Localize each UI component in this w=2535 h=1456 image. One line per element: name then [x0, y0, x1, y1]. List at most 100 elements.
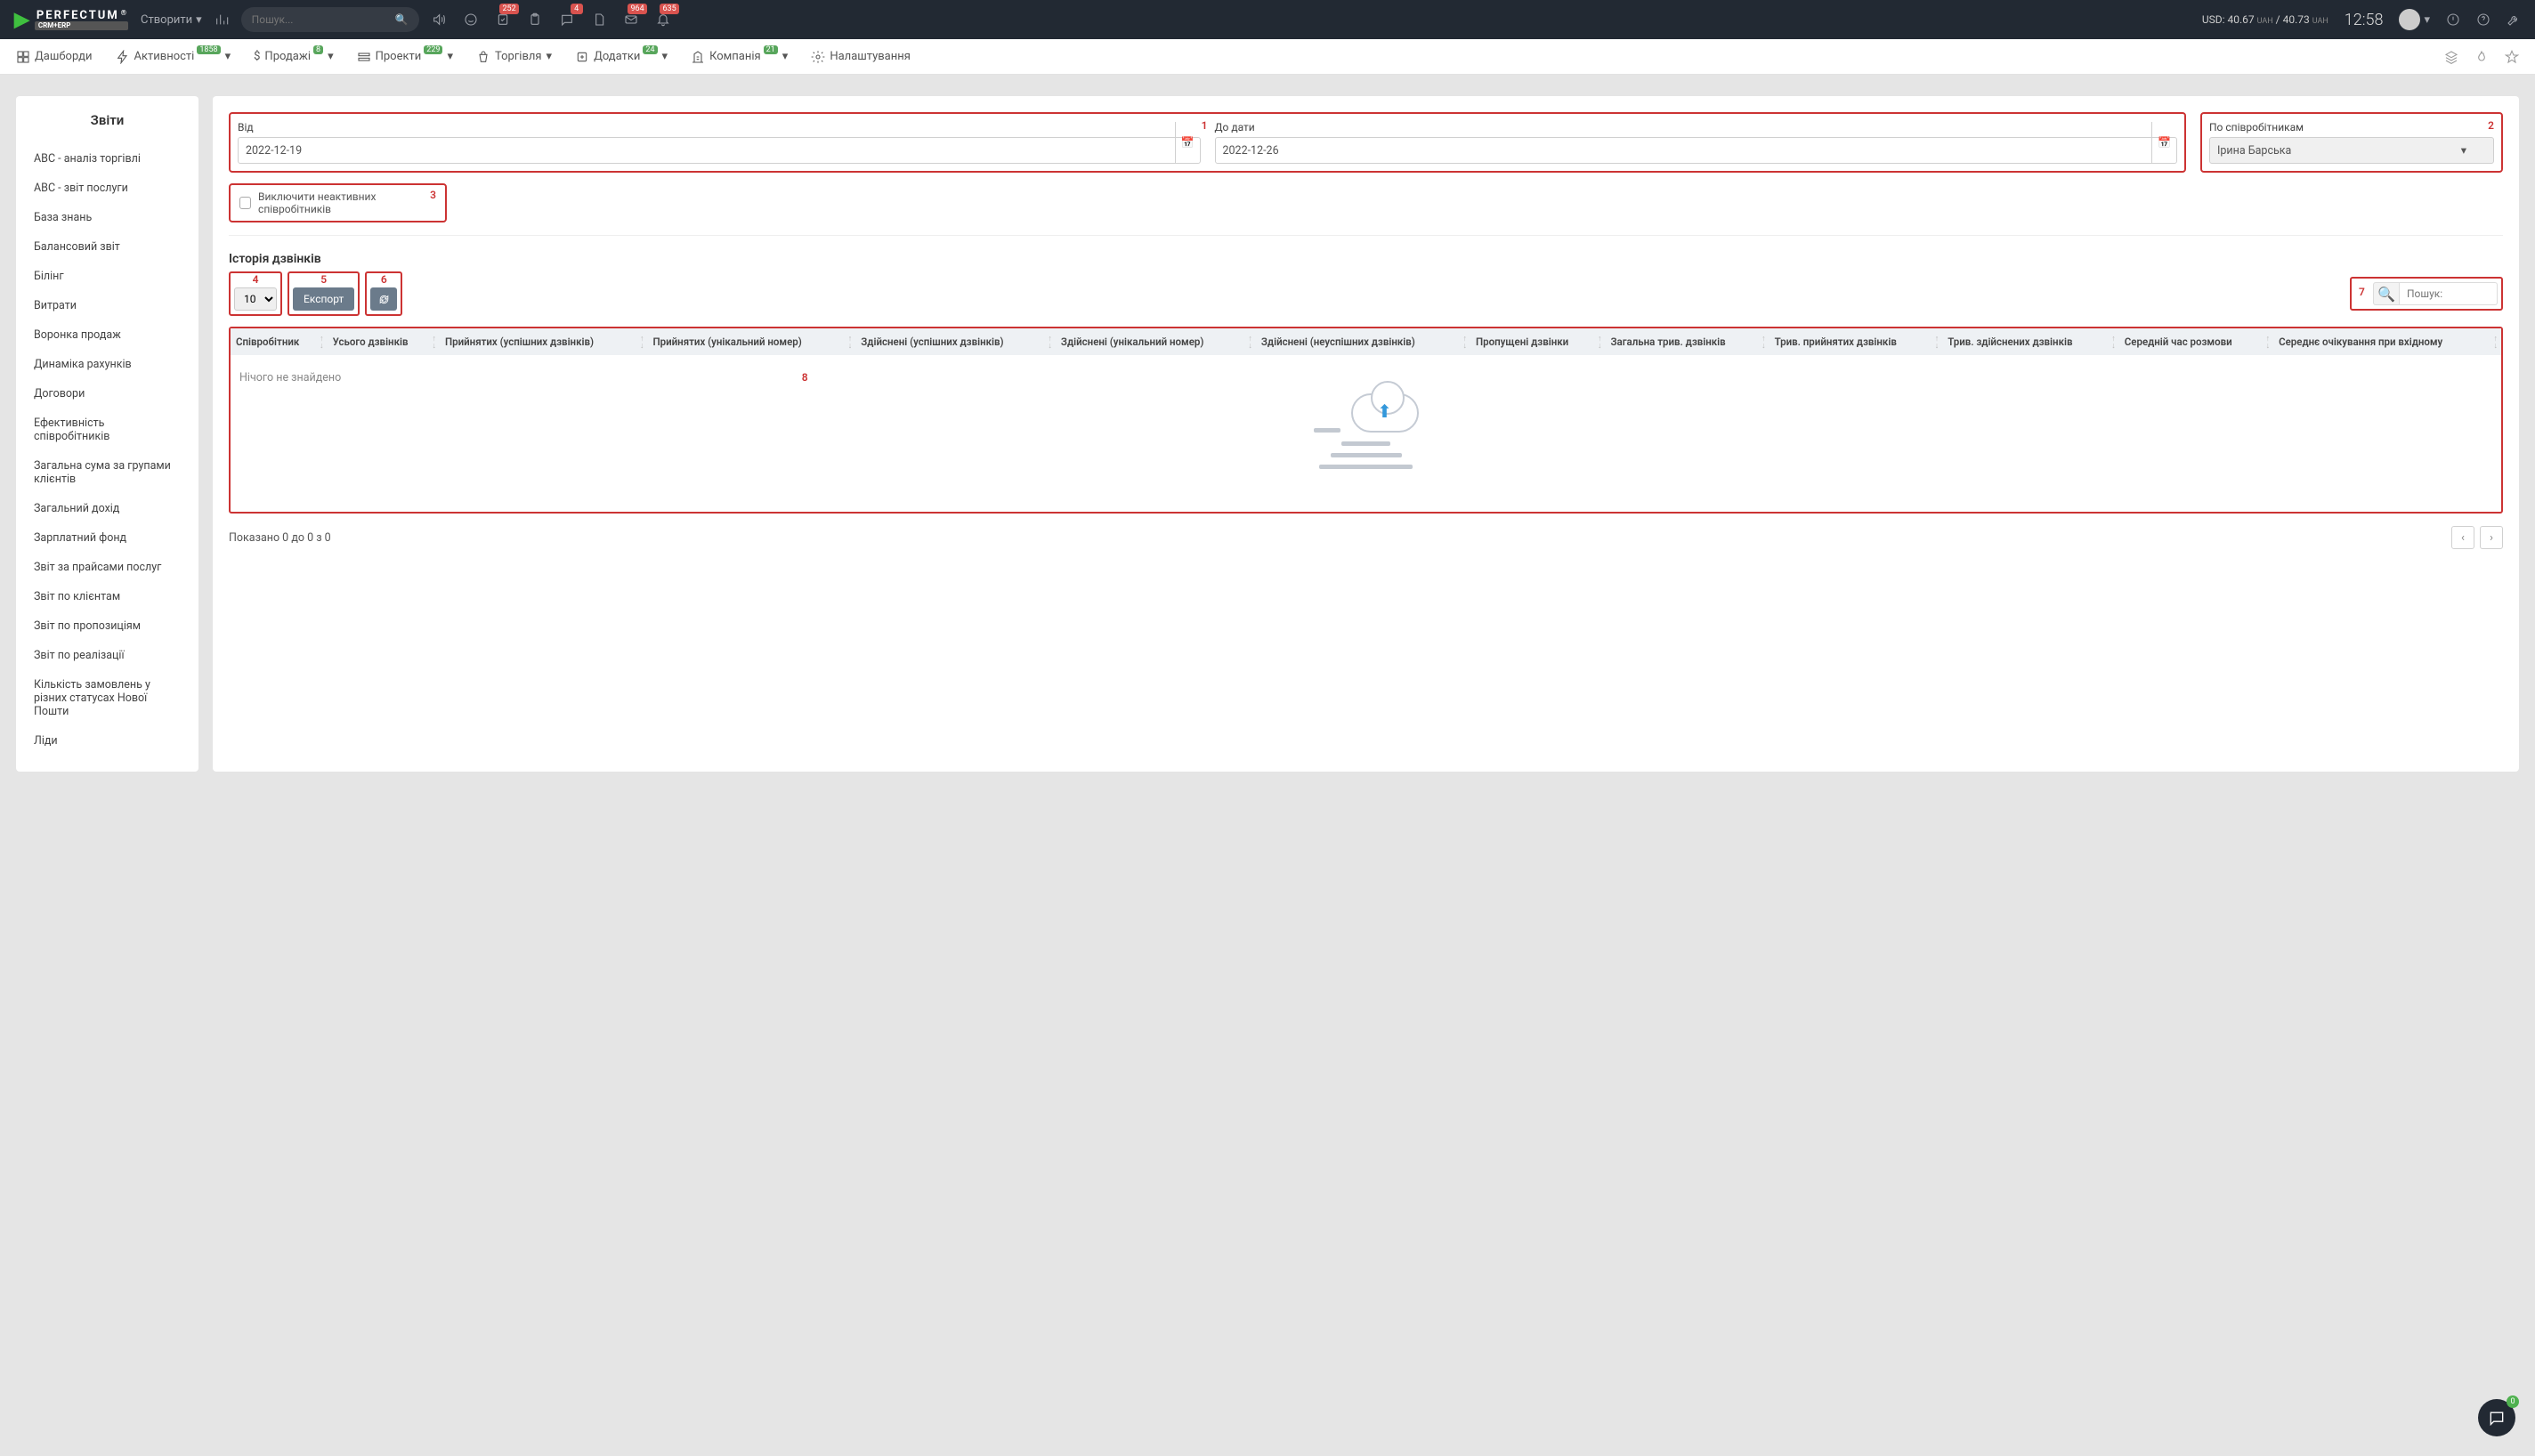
sidebar-item[interactable]: Зарплатний фонд [16, 523, 198, 553]
sidebar-item[interactable]: Звіт по пропозиціям [16, 611, 198, 641]
column-header[interactable]: Середній час розмови↑↓ [2119, 328, 2273, 355]
sidebar-item[interactable]: Витрати [16, 291, 198, 320]
sidebar-item[interactable]: Звіт по реалізації [16, 641, 198, 670]
refresh-button[interactable] [370, 287, 397, 311]
sidebar-item[interactable]: Звіт за прайсами послуг [16, 553, 198, 582]
sidebar-reports: Звіти ABC - аналіз торгівліABC - звіт по… [16, 96, 198, 772]
bell-icon[interactable]: 635 [656, 12, 670, 27]
column-header[interactable]: Прийнятих (успішних дзвінків)↑↓ [440, 328, 648, 355]
sidebar-item[interactable]: Воронка продаж [16, 320, 198, 350]
stats-icon[interactable] [215, 12, 229, 27]
export-button[interactable]: Експорт [293, 287, 354, 311]
column-header[interactable]: Здійснені (унікальний номер)↑↓ [1056, 328, 1256, 355]
menu-settings[interactable]: Налаштування [811, 50, 911, 64]
sort-icon: ↑↓ [848, 336, 853, 350]
top-right: USD: 40.67 UAH / 40.73 UAH 12:58 ▾ [2202, 9, 2521, 30]
menu-dashboards[interactable]: Дашборди [16, 50, 93, 64]
column-header[interactable]: Середнє очікування при вхідному↑↓ [2273, 328, 2501, 355]
sidebar-item[interactable]: Білінг [16, 262, 198, 291]
column-header[interactable]: Трив. прийнятих дзвінків↑↓ [1770, 328, 1943, 355]
annotation-8: 8 [802, 371, 1931, 384]
menu-projects[interactable]: Проекти229▾ [357, 50, 453, 64]
sidebar-item[interactable]: Ефективність співробітників [16, 408, 198, 451]
page-size-select[interactable]: 10 [234, 287, 277, 311]
clipboard-icon[interactable] [528, 12, 542, 27]
sort-icon: ↑↓ [2111, 336, 2116, 350]
menu-sales[interactable]: $Продажі8▾ [254, 50, 333, 63]
refresh-block: 6 [365, 271, 402, 316]
sound-icon[interactable] [432, 12, 446, 27]
sort-icon: ↑↓ [432, 336, 436, 350]
sidebar-item[interactable]: Договори [16, 379, 198, 408]
message-icon[interactable]: 4 [560, 12, 574, 27]
column-header[interactable]: Здійснені (неуспішних дзвінків)↑↓ [1256, 328, 1470, 355]
page-next-button[interactable]: › [2480, 526, 2503, 549]
avatar [2399, 9, 2420, 30]
column-header[interactable]: Трив. здійснених дзвінків↑↓ [1942, 328, 2119, 355]
power-icon[interactable] [2446, 12, 2460, 27]
bell-badge: 635 [660, 4, 678, 14]
star-icon[interactable] [2505, 50, 2519, 64]
layers-icon[interactable] [2444, 50, 2458, 64]
menu-addons[interactable]: Додатки24▾ [575, 50, 668, 64]
menu-company[interactable]: Компанія21▾ [691, 50, 788, 64]
mail-icon[interactable]: 964 [624, 12, 638, 27]
sidebar-item[interactable]: Балансовий звіт [16, 232, 198, 262]
sidebar-item[interactable]: Кількість замовлень у різних статусах Но… [16, 670, 198, 726]
calendar-icon[interactable]: 📅 [2151, 122, 2176, 163]
menu-sales-badge: 8 [313, 45, 323, 54]
table-search-input[interactable] [2400, 282, 2498, 305]
global-search-input[interactable] [252, 13, 395, 26]
flame-icon[interactable] [2474, 50, 2489, 64]
sidebar-item[interactable]: Ліди [16, 726, 198, 756]
calendar-icon[interactable]: 📅 [1175, 122, 1200, 163]
logo-sub: CRM+ERP [35, 21, 128, 30]
tasks-icon[interactable]: 252 [496, 12, 510, 27]
sidebar-item[interactable]: ABC - аналіз торгівлі [16, 144, 198, 174]
date-range-block: 1 Від 📅 До дати 📅 [229, 112, 2186, 173]
employee-select[interactable]: Ірина Барська ▾ [2209, 137, 2494, 164]
sidebar-item[interactable]: ABC - звіт послуги [16, 174, 198, 203]
column-header[interactable]: Усього дзвінків↑↓ [328, 328, 440, 355]
sidebar-item[interactable]: База знань [16, 203, 198, 232]
currency-val2: / 40.73 [2276, 13, 2310, 26]
empty-illustration: ⬆ [239, 384, 2492, 496]
logo[interactable]: ▶ PERFECTUM ® CRM+ERP [14, 9, 128, 31]
menu-activities[interactable]: Активності1858▾ [116, 50, 231, 64]
wrench-icon[interactable] [2507, 12, 2521, 27]
menu-trade-label: Торгівля [495, 50, 542, 63]
file-icon[interactable] [592, 12, 606, 27]
create-label: Створити [141, 13, 192, 27]
sidebar-item[interactable]: Загальний дохід [16, 494, 198, 523]
menu-act-badge: 1858 [197, 45, 220, 54]
column-header[interactable]: Загальна трив. дзвінків↑↓ [1605, 328, 1769, 355]
column-header[interactable]: Співробітник↑↓ [231, 328, 328, 355]
global-search[interactable]: 🔍 [241, 7, 419, 32]
sort-icon: ↑↓ [320, 336, 324, 350]
sidebar-item[interactable]: Динаміка рахунків [16, 350, 198, 379]
column-header[interactable]: Пропущені дзвінки↑↓ [1470, 328, 1605, 355]
date-from-input[interactable] [238, 137, 1201, 164]
table-search-button[interactable]: 🔍 [2373, 282, 2400, 305]
page-prev-button[interactable]: ‹ [2451, 526, 2474, 549]
chat-fab[interactable]: 0 [2478, 1399, 2515, 1436]
logo-text: PERFECTUM [36, 10, 119, 21]
exclude-inactive-block[interactable]: Виключити неактивних співробітників 3 [229, 183, 447, 222]
sidebar-item[interactable]: Загальна сума за групами клієнтів [16, 451, 198, 494]
column-header[interactable]: Прийнятих (унікальний номер)↑↓ [647, 328, 855, 355]
help-icon[interactable] [2476, 12, 2490, 27]
menu-trade[interactable]: Торгівля▾ [476, 50, 552, 64]
column-header[interactable]: Здійснені (успішних дзвінків)↑↓ [855, 328, 1056, 355]
chevron-down-icon: ▾ [196, 13, 202, 27]
date-to-input[interactable] [1215, 137, 2178, 164]
exclude-checkbox[interactable] [239, 197, 251, 209]
message-badge: 4 [571, 4, 583, 14]
mail-badge: 964 [628, 4, 646, 14]
top-icons: 252 4 964 635 [432, 12, 670, 27]
calls-table: Співробітник↑↓Усього дзвінків↑↓Прийнятих… [231, 328, 2501, 512]
user-menu[interactable]: ▾ [2399, 9, 2430, 30]
sort-icon: ↑↓ [2266, 336, 2271, 350]
create-button[interactable]: Створити ▾ [141, 13, 202, 27]
chat-icon[interactable] [464, 12, 478, 27]
sidebar-item[interactable]: Звіт по клієнтам [16, 582, 198, 611]
